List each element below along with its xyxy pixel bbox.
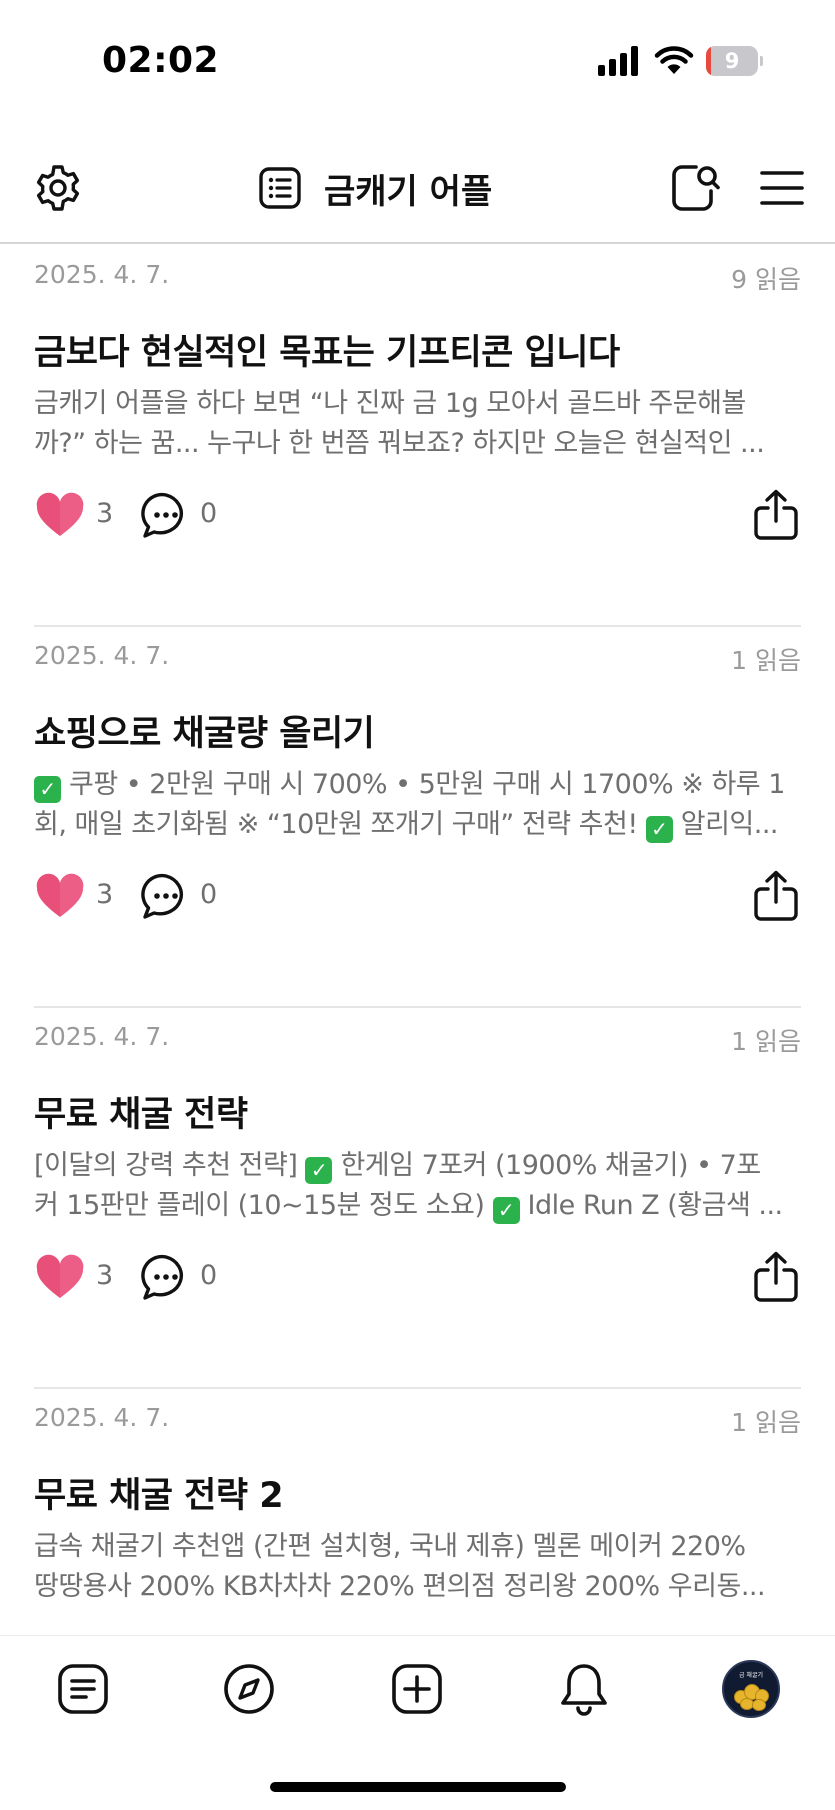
page-title: 금캐기 어플 (324, 171, 493, 212)
share-icon[interactable] (751, 1250, 801, 1304)
post-actions: 3 0 (34, 867, 801, 927)
checkmark-icon: ✓ (305, 1157, 333, 1184)
post-excerpt-text: 한게임 7포커 (1900% 채굴기) • 7포 (340, 1150, 761, 1181)
post-title[interactable]: 무료 채굴 전략 (34, 1086, 801, 1137)
post-date: 2025. 4. 7. (34, 1022, 170, 1051)
post-excerpt-line: 까?” 하는 꿈... 누구나 한 번쯤 꿔보죠? 하지만 오늘은 현실적인 .… (34, 428, 765, 459)
scroll-fade (0, 1596, 835, 1636)
like-count: 3 (96, 879, 114, 910)
post-excerpt[interactable]: 급속 채굴기 추천앱 (간편 설치형, 국내 제휴) 멜론 메이커 220% 땅… (34, 1527, 801, 1607)
post-read-count: 1 읽음 (731, 646, 801, 675)
post-title[interactable]: 금보다 현실적인 목표는 기프티콘 입니다 (34, 324, 801, 375)
tab-notifications[interactable] (553, 1658, 615, 1720)
battery-level: 9 (724, 49, 740, 73)
status-time: 02:02 (102, 40, 220, 81)
menu-button[interactable] (752, 158, 812, 218)
comment-count: 0 (200, 879, 218, 910)
post-excerpt-line: 급속 채굴기 추천앱 (간편 설치형, 국내 제휴) 멜론 메이커 220% (34, 1531, 746, 1562)
app-header: 금캐기 어플 (0, 140, 835, 244)
search-icon (672, 165, 720, 211)
post-meta: 2025. 4. 7. 1 읽음 (34, 1403, 801, 1437)
post-read-count: 1 읽음 (731, 1027, 801, 1056)
share-icon[interactable] (751, 869, 801, 923)
post-excerpt-line: 금캐기 어플을 하다 보면 “나 진짜 금 1g 모아서 골드바 주문해볼 (34, 388, 746, 419)
post-meta: 2025. 4. 7. 9 읽음 (34, 260, 801, 294)
heart-icon[interactable] (34, 871, 86, 923)
like-count: 3 (96, 1260, 114, 1291)
post-date: 2025. 4. 7. (34, 1403, 170, 1432)
post-item[interactable]: 2025. 4. 7. 1 읽음 쇼핑으로 채굴량 올리기 ✓ 쿠팡 • 2만원 … (34, 627, 801, 1008)
post-meta: 2025. 4. 7. 1 읽음 (34, 641, 801, 675)
header-title-group[interactable]: 금캐기 어플 (258, 158, 492, 218)
avatar: 금 채굴기 (722, 1660, 780, 1718)
heart-icon[interactable] (34, 1252, 86, 1304)
settings-button[interactable] (28, 158, 88, 218)
avatar-text: 금 채굴기 (739, 1672, 763, 1679)
tab-write[interactable] (386, 1658, 448, 1720)
battery-icon: 9 (706, 46, 763, 76)
post-excerpt-text: 회, 매일 초기화됨 ※ “10만원 쪼개기 구매” 전략 추천! (34, 809, 638, 840)
post-date: 2025. 4. 7. (34, 260, 170, 289)
add-post-icon (392, 1664, 442, 1714)
post-title[interactable]: 무료 채굴 전략 2 (34, 1467, 801, 1518)
screen: 02:02 9 금캐기 어플 2025. 4. 7. 9 읽음 금보다 현실적인… (0, 0, 835, 1810)
post-date: 2025. 4. 7. (34, 641, 170, 670)
post-excerpt[interactable]: ✓ 쿠팡 • 2만원 구매 시 700% • 5만원 구매 시 1700% ※ 하… (34, 765, 801, 845)
post-excerpt-line: 회, 매일 초기화됨 ※ “10만원 쪼개기 구매” 전략 추천! ✓ 알리익..… (34, 805, 801, 845)
post-excerpt-text: Idle Run Z (황금색 ... (527, 1190, 784, 1221)
heart-icon[interactable] (34, 490, 86, 542)
cellular-signal-icon (598, 46, 640, 76)
post-excerpt[interactable]: [이달의 강력 추천 전략] ✓ 한게임 7포커 (1900% 채굴기) • 7포… (34, 1146, 801, 1226)
post-excerpt-line: [이달의 강력 추천 전략] ✓ 한게임 7포커 (1900% 채굴기) • 7포 (34, 1146, 801, 1186)
post-feed[interactable]: 2025. 4. 7. 9 읽음 금보다 현실적인 목표는 기프티콘 입니다 금… (0, 246, 835, 1636)
hamburger-menu-icon (760, 171, 804, 205)
home-indicator[interactable] (270, 1782, 566, 1792)
comment-icon[interactable] (140, 490, 192, 542)
post-excerpt-line: ✓ 쿠팡 • 2만원 구매 시 700% • 5만원 구매 시 1700% ※ 하… (34, 765, 801, 805)
post-excerpt[interactable]: 금캐기 어플을 하다 보면 “나 진짜 금 1g 모아서 골드바 주문해볼 까?… (34, 384, 801, 464)
post-actions: 3 0 (34, 486, 801, 546)
post-read-count: 1 읽음 (731, 1408, 801, 1437)
post-item[interactable]: 2025. 4. 7. 1 읽음 무료 채굴 전략 [이달의 강력 추천 전략]… (34, 1008, 801, 1389)
post-actions: 3 0 (34, 1248, 801, 1308)
post-excerpt-text: 쿠팡 • 2만원 구매 시 700% • 5만원 구매 시 1700% ※ 하루… (69, 769, 785, 800)
tab-feed[interactable] (52, 1658, 114, 1720)
tab-explore[interactable] (218, 1658, 280, 1720)
comment-icon[interactable] (140, 1252, 192, 1304)
gear-icon (36, 165, 80, 211)
checkmark-icon: ✓ (34, 776, 61, 803)
comment-count: 0 (200, 498, 218, 529)
search-button[interactable] (666, 158, 726, 218)
post-excerpt-text: 커 15판만 플레이 (10~15분 정도 소요) (34, 1190, 485, 1221)
post-item[interactable]: 2025. 4. 7. 9 읽음 금보다 현실적인 목표는 기프티콘 입니다 금… (34, 246, 801, 627)
tab-profile[interactable]: 금 채굴기 (720, 1658, 782, 1720)
post-excerpt-text: 알리익... (680, 809, 779, 840)
list-icon (259, 167, 301, 209)
bell-icon (561, 1664, 607, 1716)
feed-icon (58, 1664, 108, 1714)
comment-icon[interactable] (140, 871, 192, 923)
share-icon[interactable] (751, 488, 801, 542)
wifi-icon (654, 46, 694, 74)
post-meta: 2025. 4. 7. 1 읽음 (34, 1022, 801, 1056)
compass-icon (224, 1664, 274, 1714)
post-excerpt-line: 커 15판만 플레이 (10~15분 정도 소요) ✓ Idle Run Z (황… (34, 1186, 801, 1226)
post-title[interactable]: 쇼핑으로 채굴량 올리기 (34, 705, 801, 756)
like-count: 3 (96, 498, 114, 529)
comment-count: 0 (200, 1260, 218, 1291)
post-excerpt-text: [이달의 강력 추천 전략] (34, 1150, 298, 1181)
checkmark-icon: ✓ (492, 1197, 520, 1224)
checkmark-icon: ✓ (645, 816, 673, 843)
bottom-tab-bar: 금 채굴기 (0, 1636, 835, 1810)
post-read-count: 9 읽음 (731, 265, 801, 294)
status-bar: 02:02 9 (0, 0, 835, 120)
